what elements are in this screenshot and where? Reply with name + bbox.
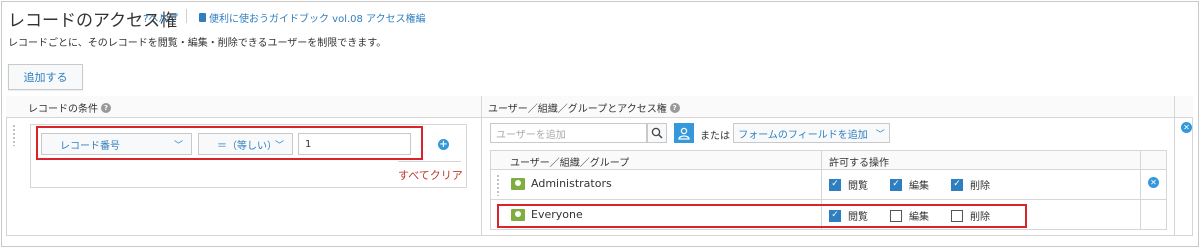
drag-handle-icon[interactable] [496, 174, 500, 196]
add-condition-icon[interactable]: + [438, 139, 449, 150]
condition-column-header: レコードの条件 ? [28, 100, 111, 115]
condition-header-label: レコードの条件 [28, 104, 98, 115]
page-description: レコードごとに、そのレコードを閲覧・編集・削除できるユーザーを制限できます。 [8, 38, 387, 49]
help-icon[interactable]: ? [101, 102, 111, 113]
add-form-field-button[interactable]: フォームのフィールドを追加 ﹀ [733, 123, 890, 143]
edit-checkbox[interactable]: ✓ [890, 178, 902, 191]
view-checkbox[interactable]: ✓ [829, 209, 841, 222]
operator-select-value: ＝（等しい） [217, 140, 277, 152]
column-divider [481, 96, 482, 236]
remove-rule-icon[interactable]: ✕ [1181, 122, 1192, 133]
edit-label: 編集 [909, 181, 929, 192]
field-select[interactable]: レコード番号 ﹀ [41, 133, 192, 155]
entity-name: Everyone [531, 208, 583, 221]
condition-divider [398, 161, 461, 162]
table-row: Administrators [511, 177, 612, 190]
clear-all-link[interactable]: すべてクリア [398, 167, 463, 183]
delete-label: 削除 [970, 181, 990, 192]
user-select-button[interactable] [674, 123, 694, 143]
guide-link-label: 便利に使おうガイドブック vol.08 アクセス権編 [209, 14, 426, 25]
search-icon [651, 127, 663, 139]
permission-group: ✓ 閲覧 編集 削除 [829, 208, 990, 223]
edit-checkbox[interactable] [890, 209, 902, 222]
delete-checkbox[interactable]: ✓ [951, 178, 963, 191]
field-select-value: レコード番号 [60, 140, 120, 152]
search-button[interactable] [647, 123, 667, 143]
group-icon [511, 177, 525, 190]
header-divider [186, 9, 187, 23]
row-divider [490, 229, 1167, 230]
drag-handle-icon[interactable] [12, 124, 16, 146]
view-label: 閲覧 [848, 181, 868, 192]
user-table-divider [490, 150, 491, 230]
group-icon [511, 208, 525, 221]
chevron-down-icon: ﹀ [274, 140, 284, 151]
chevron-down-icon: ﹀ [875, 129, 885, 140]
permission-group: ✓ 閲覧 ✓ 編集 ✓ 削除 [829, 177, 990, 192]
user-table-divider [1140, 150, 1141, 230]
add-button[interactable]: 追加する [8, 64, 83, 90]
user-column-header: ユーザー／組織／グループとアクセス権 ? [488, 100, 680, 115]
chevron-down-icon: ﹀ [173, 140, 183, 151]
condition-value-input[interactable]: 1 [298, 133, 411, 155]
operator-select[interactable]: ＝（等しい） ﹀ [198, 133, 293, 155]
permission-column-label: 許可する操作 [829, 158, 889, 169]
edit-label: 編集 [909, 212, 929, 223]
user-header-label: ユーザー／組織／グループとアクセス権 [488, 104, 667, 115]
help-link[interactable]: ?ヘルプ [143, 10, 178, 25]
or-text: または [700, 131, 730, 142]
delete-checkbox[interactable] [951, 209, 963, 222]
remove-entity-icon[interactable]: ✕ [1148, 177, 1159, 188]
user-table-divider [1166, 150, 1167, 230]
view-checkbox[interactable]: ✓ [829, 178, 841, 191]
table-row: Everyone [511, 208, 583, 221]
delete-label: 削除 [970, 212, 990, 223]
add-form-field-label: フォームのフィールドを追加 [738, 129, 868, 141]
row-divider [490, 199, 1167, 200]
user-icon [678, 127, 690, 140]
user-column-label: ユーザー／組織／グループ [510, 158, 630, 169]
user-search-input[interactable]: ユーザーを追加 [490, 123, 647, 143]
guide-link[interactable]: 便利に使おうガイドブック vol.08 アクセス権編 [199, 10, 426, 25]
entity-name: Administrators [531, 177, 612, 190]
help-icon[interactable]: ? [669, 102, 680, 113]
view-label: 閲覧 [848, 212, 868, 223]
column-divider-right [1174, 96, 1175, 236]
book-icon [199, 13, 206, 22]
